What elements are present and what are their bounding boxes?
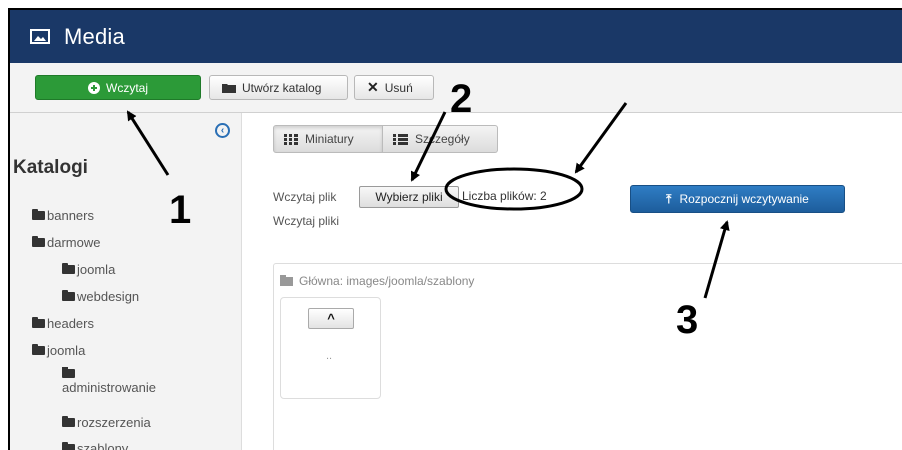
upload-icon: ⤒	[666, 191, 672, 206]
page-title: Media	[64, 23, 125, 49]
collapse-sidebar-icon[interactable]: ‹	[215, 123, 230, 138]
main-panel: Miniatury Szczegóły Wczytaj plik Wybierz…	[243, 113, 902, 450]
sidebar-item-rozszerzenia[interactable]: rozszerzenia	[62, 415, 151, 430]
image-icon	[30, 29, 50, 44]
plus-circle-icon	[88, 81, 100, 94]
folder-icon	[32, 344, 45, 355]
sidebar-item-szablony[interactable]: szablony	[62, 441, 128, 450]
sidebar-item-joomla-sub[interactable]: joomla	[62, 262, 115, 277]
upload-button[interactable]: Wczytaj	[35, 75, 201, 100]
folder-icon	[32, 236, 45, 247]
close-icon: ✕	[367, 79, 379, 95]
sidebar-item-label: joomla	[47, 343, 86, 358]
view-toggle: Miniatury Szczegóły	[273, 125, 498, 153]
sidebar-item-label: rozszerzenia	[77, 415, 151, 430]
file-count-text: Liczba plików: 2	[462, 189, 547, 203]
folder-icon	[62, 263, 75, 274]
media-browser: Główna: images/joomla/szablony ^ ..	[273, 263, 902, 450]
grid-icon	[284, 133, 298, 145]
tab-details-label: Szczegóły	[415, 132, 470, 146]
sidebar-item-label: banners	[47, 208, 94, 223]
sidebar-item-label: joomla	[77, 262, 116, 277]
upload-button-label: Wczytaj	[106, 80, 148, 95]
breadcrumb-path: Główna: images/joomla/szablony	[299, 274, 475, 288]
folder-icon	[222, 83, 236, 93]
folder-icon	[62, 290, 75, 301]
choose-files-button[interactable]: Wybierz pliki	[359, 186, 459, 208]
folder-icon	[280, 274, 293, 286]
annotation-number-2: 2	[450, 77, 473, 121]
sidebar-heading: Katalogi	[13, 157, 88, 178]
tab-thumbnails[interactable]: Miniatury	[273, 125, 383, 153]
folder-icon	[62, 367, 75, 378]
delete-button[interactable]: ✕ Usuń	[354, 75, 434, 100]
annotation-number-3: 3	[676, 298, 699, 342]
sidebar-item-label: szablony	[77, 441, 129, 450]
folder-icon	[62, 416, 75, 427]
annotation-number-1: 1	[169, 188, 192, 232]
sidebar-item-joomla[interactable]: joomla	[32, 343, 85, 358]
start-upload-label: Rozpocznij wczytywanie	[679, 192, 809, 206]
parent-folder-label: ..	[326, 350, 333, 362]
folder-icon	[32, 317, 45, 328]
sidebar-item-webdesign[interactable]: webdesign	[62, 289, 139, 304]
tab-thumbnails-label: Miniatury	[305, 132, 354, 146]
create-folder-label: Utwórz katalog	[242, 80, 322, 95]
sidebar-item-darmowe[interactable]: darmowe	[32, 235, 100, 250]
parent-folder-tile[interactable]: ^ ..	[280, 297, 381, 399]
upload-file-label: Wczytaj plik	[273, 190, 337, 204]
start-upload-button[interactable]: ⤒ Rozpocznij wczytywanie	[630, 185, 845, 213]
folder-icon	[32, 209, 45, 220]
sidebar-item-label: darmowe	[47, 235, 101, 250]
sidebar-item-administrowanie[interactable]: administrowanie	[62, 367, 156, 395]
breadcrumb: Główna: images/joomla/szablony	[280, 274, 474, 288]
sidebar-item-label: headers	[47, 316, 94, 331]
tab-details[interactable]: Szczegóły	[383, 125, 498, 153]
media-manager-window: Media Wczytaj Utwórz katalog ✕ Usuń ‹ Ka…	[8, 8, 902, 450]
sidebar-item-banners[interactable]: banners	[32, 208, 94, 223]
sidebar-item-headers[interactable]: headers	[32, 316, 94, 331]
sidebar-item-label: webdesign	[77, 289, 140, 304]
delete-button-label: Usuń	[384, 80, 413, 95]
folder-icon	[62, 442, 75, 450]
sidebar-item-label: administrowanie	[62, 380, 156, 395]
app-header: Media	[10, 10, 902, 63]
chevron-up-icon[interactable]: ^	[308, 308, 354, 329]
list-icon	[393, 133, 408, 145]
create-folder-button[interactable]: Utwórz katalog	[209, 75, 348, 100]
upload-files-label: Wczytaj pliki	[273, 214, 340, 228]
folder-sidebar: ‹ Katalogi banners darmowe joomla webdes…	[10, 113, 242, 450]
